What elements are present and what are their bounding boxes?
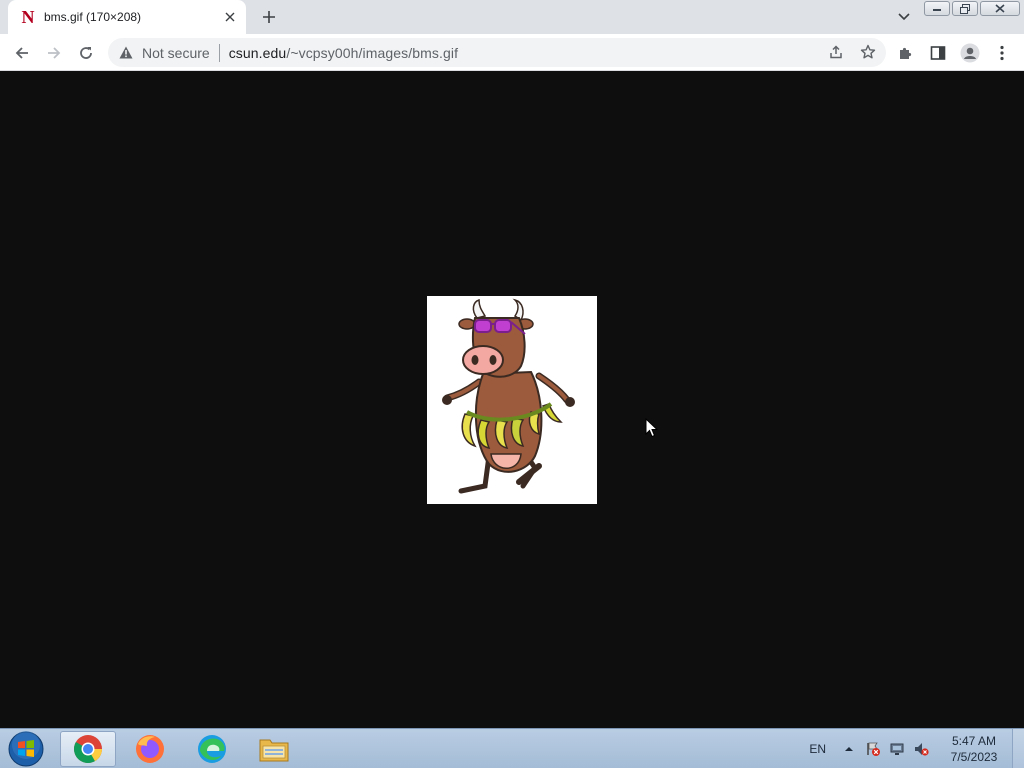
share-icon — [830, 45, 842, 59]
taskbar-firefox[interactable] — [122, 731, 178, 767]
browser-menu-button[interactable] — [990, 41, 1014, 65]
minimize-button[interactable] — [924, 1, 950, 16]
close-window-button[interactable] — [980, 1, 1020, 16]
mouse-cursor-icon — [645, 418, 659, 438]
url-path: /~vcpsy00h/images/bms.gif — [286, 44, 459, 61]
action-center-flag-icon[interactable] — [864, 740, 882, 758]
taskbar: EN 5:47 AM 7/5/2023 — [0, 728, 1024, 768]
taskbar-edge[interactable] — [184, 731, 240, 767]
forward-icon — [48, 47, 61, 59]
reload-button[interactable] — [74, 41, 98, 65]
url-text[interactable]: csun.edu/~vcpsy00h/images/bms.gif — [229, 45, 458, 61]
minimize-icon — [933, 8, 941, 11]
tab-strip: N bms.gif (170×208) — [0, 0, 1024, 34]
browser-toolbar: Not secure csun.edu/~vcpsy00h/images/bms… — [0, 34, 1024, 71]
side-panel-icon — [930, 46, 946, 60]
restore-icon — [960, 3, 970, 14]
taskbar-chrome[interactable] — [60, 731, 116, 767]
volume-muted-icon[interactable] — [912, 740, 930, 758]
side-panel-button[interactable] — [926, 41, 950, 65]
tab-search-chevron-icon[interactable] — [894, 7, 914, 27]
reload-icon — [80, 47, 92, 59]
menu-icon — [1000, 45, 1004, 61]
clock-time: 5:47 AM — [951, 734, 997, 748]
page-viewport — [0, 71, 1024, 728]
back-icon — [15, 47, 28, 59]
share-button[interactable] — [824, 40, 848, 64]
taskbar-file-explorer[interactable] — [246, 731, 302, 767]
firefox-icon — [136, 735, 164, 763]
profile-icon — [960, 43, 980, 63]
windows-logo-icon — [8, 731, 44, 767]
tab-close-icon[interactable] — [222, 9, 238, 25]
clock-date: 7/5/2023 — [950, 750, 998, 764]
extensions-button[interactable] — [894, 41, 918, 65]
network-icon[interactable] — [888, 740, 906, 758]
star-icon — [860, 44, 876, 59]
back-button[interactable] — [10, 41, 34, 65]
url-host: csun.edu — [228, 44, 287, 61]
start-button[interactable] — [6, 731, 46, 767]
clock[interactable]: 5:47 AM 7/5/2023 — [942, 733, 1006, 765]
security-label[interactable]: Not secure — [142, 45, 210, 61]
show-desktop-button[interactable] — [1012, 729, 1024, 768]
system-tray: EN 5:47 AM 7/5/2023 — [809, 729, 1024, 768]
tab-favicon: N — [21, 7, 35, 27]
warning-icon[interactable] — [118, 45, 134, 61]
restore-button[interactable] — [952, 1, 978, 16]
cow-illustration — [427, 296, 597, 504]
new-tab-button[interactable] — [258, 6, 280, 28]
tab-active[interactable]: N bms.gif (170×208) — [8, 0, 246, 34]
displayed-image[interactable] — [427, 296, 597, 504]
address-bar[interactable]: Not secure csun.edu/~vcpsy00h/images/bms… — [108, 38, 886, 67]
profile-button[interactable] — [958, 41, 982, 65]
bookmark-button[interactable] — [856, 40, 880, 64]
extensions-icon — [900, 47, 912, 59]
close-icon — [995, 4, 1005, 13]
tab-title: bms.gif (170×208) — [44, 10, 142, 24]
chrome-icon — [74, 735, 102, 763]
address-separator — [218, 43, 220, 62]
file-explorer-icon — [259, 739, 289, 762]
edge-icon — [198, 735, 226, 763]
window-controls — [924, 1, 1020, 16]
show-hidden-icons-icon[interactable] — [840, 740, 858, 758]
language-indicator[interactable]: EN — [809, 742, 826, 756]
forward-button[interactable] — [42, 41, 66, 65]
